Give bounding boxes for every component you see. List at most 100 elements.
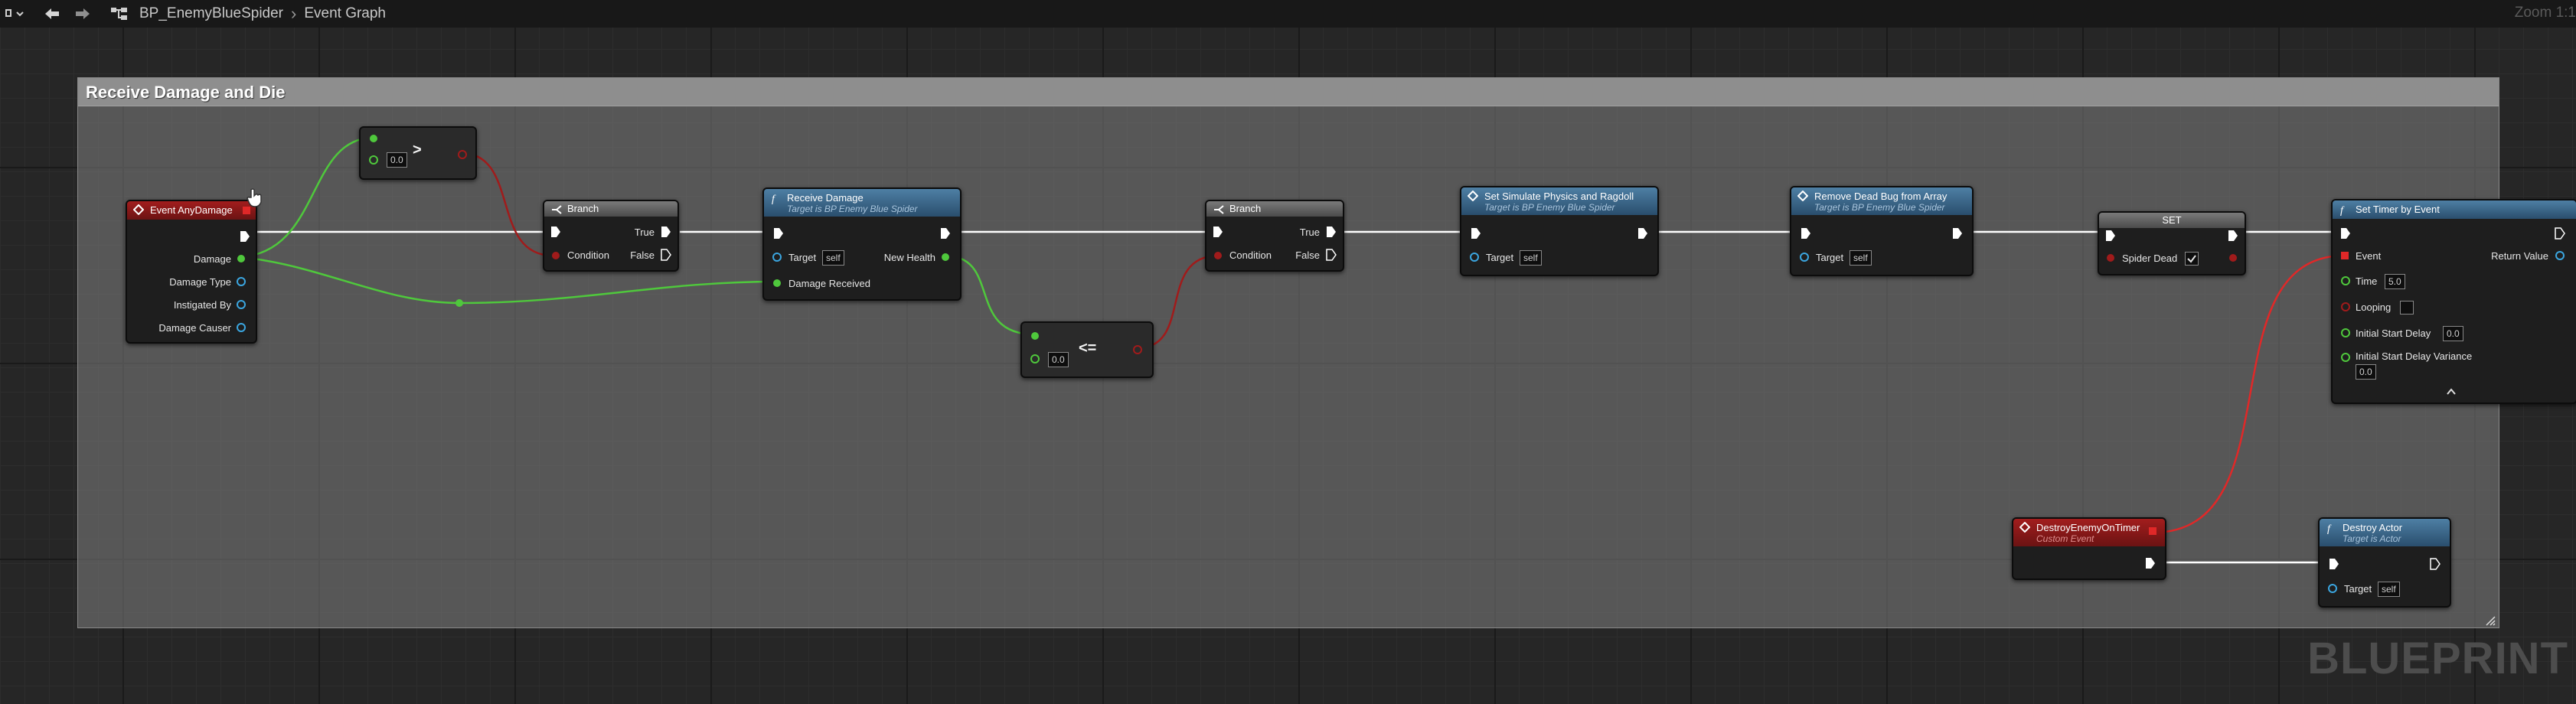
branch-node[interactable]: Branch Condition True False [543,200,679,272]
float-pin-icon[interactable] [2340,352,2351,363]
exec-out-pin-icon[interactable] [2228,230,2238,242]
node-subtitle: Target is BP Enemy Blue Spider [1484,202,1615,213]
delegate-pin-icon[interactable] [2148,526,2157,536]
operator-symbol: <= [1079,340,1097,357]
target-input-box[interactable]: self [1520,250,1542,266]
pin-label: Condition [567,249,609,261]
node-title: Branch [567,203,599,214]
pin-label: Target [1486,252,1514,263]
float-pin-icon[interactable] [368,155,379,165]
node-header: Branch [544,201,677,217]
greater-than-node[interactable]: 0.0 > [359,126,477,180]
struct-pin-icon[interactable] [2555,250,2565,261]
set-variable-node[interactable]: SET Spider Dead [2098,211,2246,275]
svg-text:f: f [772,194,776,204]
bool-pin-icon[interactable] [2340,301,2351,312]
target-input-box[interactable]: self [1850,250,1872,266]
pin-label: Target [1816,252,1844,263]
exec-out-pin-icon[interactable] [661,249,671,261]
less-equal-node[interactable]: 0.0 <= [1020,321,1154,378]
exec-out-pin-icon[interactable] [940,227,951,240]
delegate-pin-icon[interactable] [2340,251,2349,260]
exec-out-pin-icon[interactable] [2555,227,2565,240]
branch-icon [1214,205,1224,214]
branch-node[interactable]: Branch Condition True False [1205,200,1344,272]
exec-in-pin-icon[interactable] [2340,227,2351,240]
bool-pin-icon[interactable] [1132,344,1143,355]
event-icon [2019,522,2030,533]
set-simulate-physics-node[interactable]: Set Simulate Physics and Ragdoll Target … [1460,186,1659,276]
destroy-enemy-on-timer-node[interactable]: DestroyEnemyOnTimer Custom Event [2012,517,2166,580]
object-pin-icon[interactable] [236,276,246,287]
pin-label: Looping [2356,301,2392,313]
float-pin-icon[interactable] [236,253,246,264]
float-input-box[interactable]: 0.0 [1048,352,1069,367]
bool-pin-icon[interactable] [550,250,561,261]
exec-in-pin-icon[interactable] [1801,227,1811,240]
object-pin-icon[interactable] [772,252,782,262]
exec-out-pin-icon[interactable] [240,230,250,243]
destroy-actor-node[interactable]: f Destroy Actor Target is Actor Target s… [2318,517,2451,608]
pin-label: False [1295,249,1320,261]
exec-in-pin-icon[interactable] [550,226,561,238]
float-pin-icon[interactable] [772,278,782,288]
object-pin-icon[interactable] [236,299,246,310]
node-title: SET [2162,214,2182,226]
node-header: Remove Dead Bug from Array Target is BP … [1791,187,1972,215]
initial-start-delay-variance-input[interactable]: 0.0 [2356,364,2376,380]
bool-pin-icon[interactable] [2105,253,2116,263]
delegate-wire[interactable] [2152,254,2346,534]
exec-out-pin-icon[interactable] [661,226,671,238]
exec-in-pin-icon[interactable] [1213,226,1223,238]
exec-in-pin-icon[interactable] [2329,558,2339,570]
remove-dead-bug-node[interactable]: Remove Dead Bug from Array Target is BP … [1790,186,1974,276]
exec-out-pin-icon[interactable] [1637,227,1648,240]
float-pin-icon[interactable] [2340,328,2351,338]
function-icon: f [2327,523,2332,534]
object-pin-icon[interactable] [1469,252,1480,262]
exec-out-pin-icon[interactable] [1952,227,1963,240]
node-header: Branch [1206,201,1343,217]
node-header: SET [2099,213,2245,228]
float-pin-icon[interactable] [1030,331,1040,341]
bool-pin-icon[interactable] [1213,250,1223,261]
time-input-box[interactable]: 5.0 [2385,274,2405,289]
svg-text:f: f [2327,523,2332,534]
pin-label: Condition [1229,249,1272,261]
exec-in-pin-icon[interactable] [1471,227,1481,240]
object-pin-icon[interactable] [2327,583,2338,594]
target-input-box[interactable]: self [822,250,844,266]
function-icon: f [772,194,776,204]
hand-cursor-icon [246,188,262,207]
spider-dead-checkbox[interactable] [2185,252,2199,266]
float-pin-icon[interactable] [1030,354,1040,364]
float-pin-icon[interactable] [368,133,379,144]
object-pin-icon[interactable] [236,322,246,333]
float-wire[interactable] [239,256,778,305]
object-pin-icon[interactable] [1799,252,1810,262]
pin-label: Damage [193,253,231,265]
float-pin-icon[interactable] [940,252,951,262]
receive-damage-node[interactable]: f Receive Damage Target is BP Enemy Blue… [762,187,962,301]
set-timer-by-event-node[interactable]: f Set Timer by Event Event Return Value … [2331,199,2576,404]
exec-out-pin-icon[interactable] [1326,226,1337,238]
reroute-node[interactable] [455,299,463,307]
pin-label: Instigated By [173,299,231,311]
initial-start-delay-input[interactable]: 0.0 [2443,326,2463,341]
float-input-box[interactable]: 0.0 [387,152,407,168]
exec-out-pin-icon[interactable] [2145,557,2156,569]
exec-in-pin-icon[interactable] [2105,230,2116,242]
exec-out-pin-icon[interactable] [1326,249,1337,261]
float-pin-icon[interactable] [2340,275,2351,286]
node-header: Event AnyDamage [127,201,256,220]
exec-in-pin-icon[interactable] [773,227,784,240]
bool-pin-icon[interactable] [457,149,468,160]
bool-pin-icon[interactable] [2228,253,2238,263]
exec-out-pin-icon[interactable] [2430,558,2441,570]
looping-checkbox[interactable] [2400,301,2414,315]
pin-label: Damage Causer [158,322,231,334]
pin-label: New Health [883,252,935,263]
chevron-up-icon[interactable] [2446,387,2457,396]
event-anydamage-node[interactable]: Event AnyDamage Damage Damage Type Insti… [126,200,257,344]
target-input-box[interactable]: self [2378,582,2400,597]
